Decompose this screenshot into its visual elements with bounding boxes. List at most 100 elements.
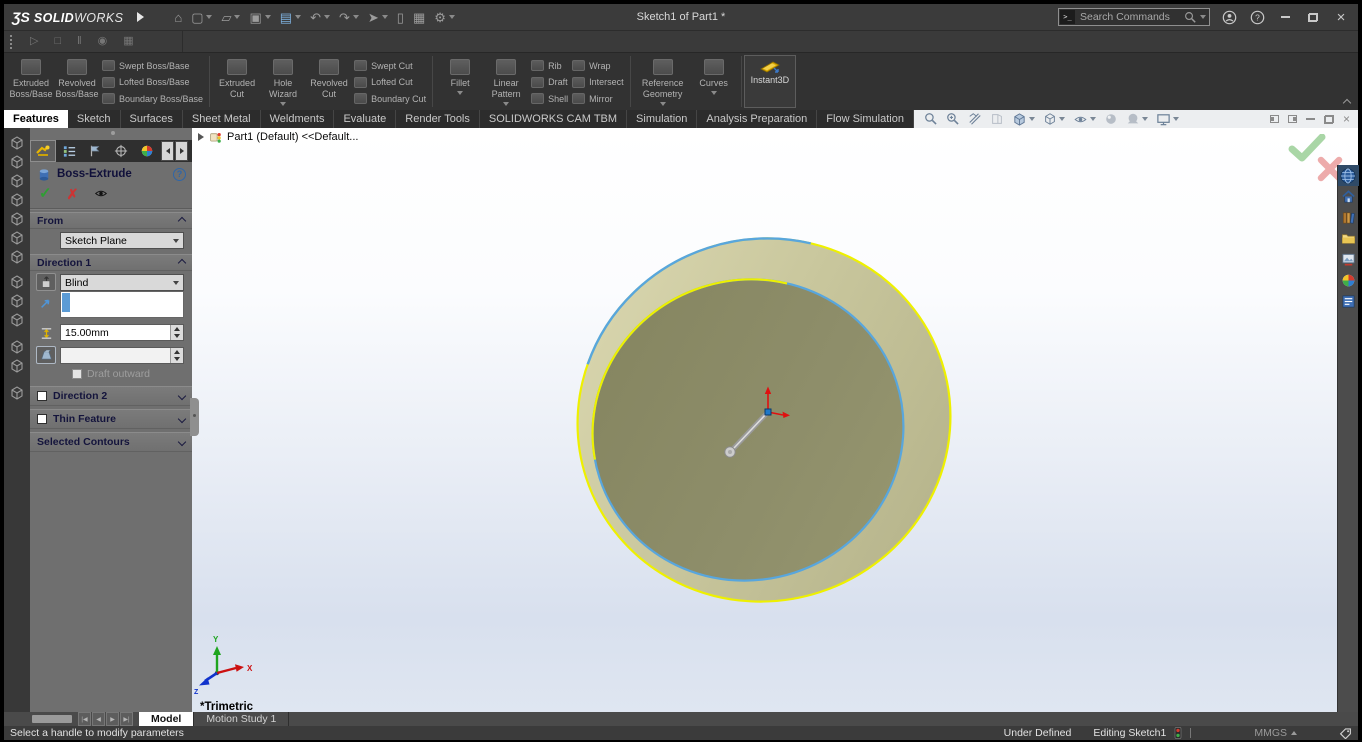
direction-reference-listbox[interactable]: [60, 291, 184, 318]
spinner-buttons[interactable]: [170, 348, 183, 363]
tab-model[interactable]: Model: [139, 712, 194, 726]
next-tab-button[interactable]: ▶: [106, 712, 119, 726]
home-pane-button[interactable]: [1338, 186, 1359, 207]
view-tool-icon[interactable]: [9, 249, 25, 265]
account-button[interactable]: [1220, 8, 1238, 26]
section-direction2[interactable]: Direction 2: [30, 386, 192, 406]
reverse-direction-button[interactable]: [36, 273, 56, 291]
shell-button[interactable]: Shell: [531, 93, 568, 104]
undo-button[interactable]: ↶: [306, 9, 334, 26]
linear-pattern-button[interactable]: Linear Pattern: [483, 55, 529, 108]
copy-tool-icon[interactable]: [9, 358, 25, 374]
tab-surfaces[interactable]: Surfaces: [121, 110, 183, 128]
design-library-button[interactable]: [1338, 207, 1359, 228]
lofted-boss-button[interactable]: Lofted Boss/Base: [102, 77, 203, 88]
dock-right-icon[interactable]: [1288, 115, 1297, 123]
rib-button[interactable]: Rib: [531, 60, 568, 71]
view-orientation-button[interactable]: [1012, 112, 1035, 127]
intersect-button[interactable]: Intersect: [572, 77, 624, 88]
section-view-button[interactable]: [968, 112, 982, 126]
print-button[interactable]: ▤: [276, 9, 305, 26]
doc-minimize-icon[interactable]: [1306, 118, 1315, 120]
draft-button[interactable]: Draft: [531, 77, 568, 88]
view-tool-icon[interactable]: [9, 211, 25, 227]
boundary-boss-button[interactable]: Boundary Boss/Base: [102, 93, 203, 104]
search-icon[interactable]: [1184, 11, 1197, 24]
tab-motion-study-1[interactable]: Motion Study 1: [194, 712, 289, 726]
tab-featuremanager[interactable]: [56, 140, 82, 162]
zoom-to-fit-button[interactable]: [924, 112, 938, 126]
previous-view-button[interactable]: [990, 112, 1004, 126]
save-button[interactable]: ▣: [245, 9, 274, 26]
section-direction1[interactable]: Direction 1: [30, 254, 192, 271]
swept-cut-button[interactable]: Swept Cut: [354, 60, 426, 71]
traffic-light-icon[interactable]: [1174, 727, 1182, 739]
select-button[interactable]: ➤: [364, 9, 392, 26]
selection-tool-icon[interactable]: [9, 293, 25, 309]
doc-close-icon[interactable]: ×: [1343, 113, 1350, 125]
last-tab-button[interactable]: ▶|: [120, 712, 133, 726]
instant3d-button[interactable]: Instant3D: [744, 55, 797, 108]
section-thin-feature[interactable]: Thin Feature: [30, 409, 192, 429]
curves-button[interactable]: Curves: [691, 55, 737, 108]
tab-sheet-metal[interactable]: Sheet Metal: [183, 110, 261, 128]
tab-dimxpertmanager[interactable]: [108, 140, 134, 162]
view-palette-button[interactable]: [1338, 249, 1359, 270]
tab-solidworks-cam-tbm[interactable]: SOLIDWORKS CAM TBM: [480, 110, 627, 128]
depth-spinner[interactable]: 15.00mm: [60, 324, 184, 341]
from-plane-dropdown[interactable]: Sketch Plane: [60, 232, 184, 249]
pm-help-button[interactable]: ?: [173, 168, 186, 181]
view-settings-button[interactable]: [1156, 112, 1179, 127]
search-input[interactable]: [1078, 10, 1184, 24]
view-tool-icon[interactable]: [9, 192, 25, 208]
hole-wizard-button[interactable]: Hole Wizard: [260, 55, 306, 108]
tab-propertymanager[interactable]: [30, 140, 56, 162]
thin-feature-checkbox[interactable]: [37, 414, 47, 424]
units-selector[interactable]: MMGS: [1254, 727, 1297, 739]
appearances-scenes-button[interactable]: [1338, 270, 1359, 291]
fillet-button[interactable]: Fillet: [437, 55, 483, 108]
graphics-viewport[interactable]: Part1 (Default) <<Default...: [192, 128, 1358, 712]
display-style-button[interactable]: [1043, 112, 1065, 126]
extruded-cut-button[interactable]: Extruded Cut: [214, 55, 260, 108]
search-caret-icon[interactable]: [1200, 15, 1206, 19]
custom-properties-button[interactable]: [1338, 291, 1359, 312]
edit-macro-button[interactable]: ▦: [115, 36, 141, 47]
menu-flyout-icon[interactable]: [137, 12, 144, 22]
lofted-cut-button[interactable]: Lofted Cut: [354, 77, 426, 88]
close-button[interactable]: ×: [1332, 8, 1350, 26]
revolved-cut-button[interactable]: Revolved Cut: [306, 55, 352, 108]
draft-toggle-button[interactable]: [36, 346, 56, 364]
cancel-button[interactable]: ✗: [67, 187, 79, 201]
tab-displaymanager[interactable]: [134, 140, 160, 162]
minimize-button[interactable]: [1276, 8, 1294, 26]
pm-tab-scroll-left[interactable]: [161, 141, 174, 161]
swept-boss-button[interactable]: Swept Boss/Base: [102, 60, 203, 71]
tab-features[interactable]: Features: [4, 110, 68, 128]
copy-tool-icon[interactable]: [9, 339, 25, 355]
solidworks-resources-button[interactable]: [1338, 165, 1359, 186]
open-button[interactable]: ▱: [217, 9, 244, 26]
doc-restore-icon[interactable]: [1324, 115, 1334, 124]
pause-button[interactable]: ‖: [69, 36, 90, 47]
stop-button[interactable]: □: [46, 36, 69, 47]
tab-configurationmanager[interactable]: [82, 140, 108, 162]
draft-angle-spinner[interactable]: [60, 347, 184, 364]
collapse-ribbon-icon[interactable]: [1343, 99, 1351, 107]
view-tool-icon[interactable]: [9, 154, 25, 170]
pm-tab-scroll-right[interactable]: [175, 141, 188, 161]
panel-resize-handle[interactable]: [190, 398, 199, 436]
search-commands-box[interactable]: >_: [1058, 8, 1210, 26]
play-button[interactable]: ▷: [22, 36, 46, 47]
view-tool-icon[interactable]: [9, 135, 25, 151]
home-button[interactable]: ⌂: [170, 9, 186, 26]
help-button[interactable]: ?: [1248, 8, 1266, 26]
spinner-buttons[interactable]: [170, 325, 183, 340]
edit-appearance-button[interactable]: [1104, 112, 1118, 126]
mirror-button[interactable]: Mirror: [572, 93, 624, 104]
ok-button[interactable]: ✓: [39, 186, 52, 201]
redo-button[interactable]: ↷: [335, 9, 363, 26]
tab-analysis-preparation[interactable]: Analysis Preparation: [697, 110, 817, 128]
wrap-button[interactable]: Wrap: [572, 60, 624, 71]
revolved-boss-button[interactable]: Revolved Boss/Base: [54, 55, 100, 108]
